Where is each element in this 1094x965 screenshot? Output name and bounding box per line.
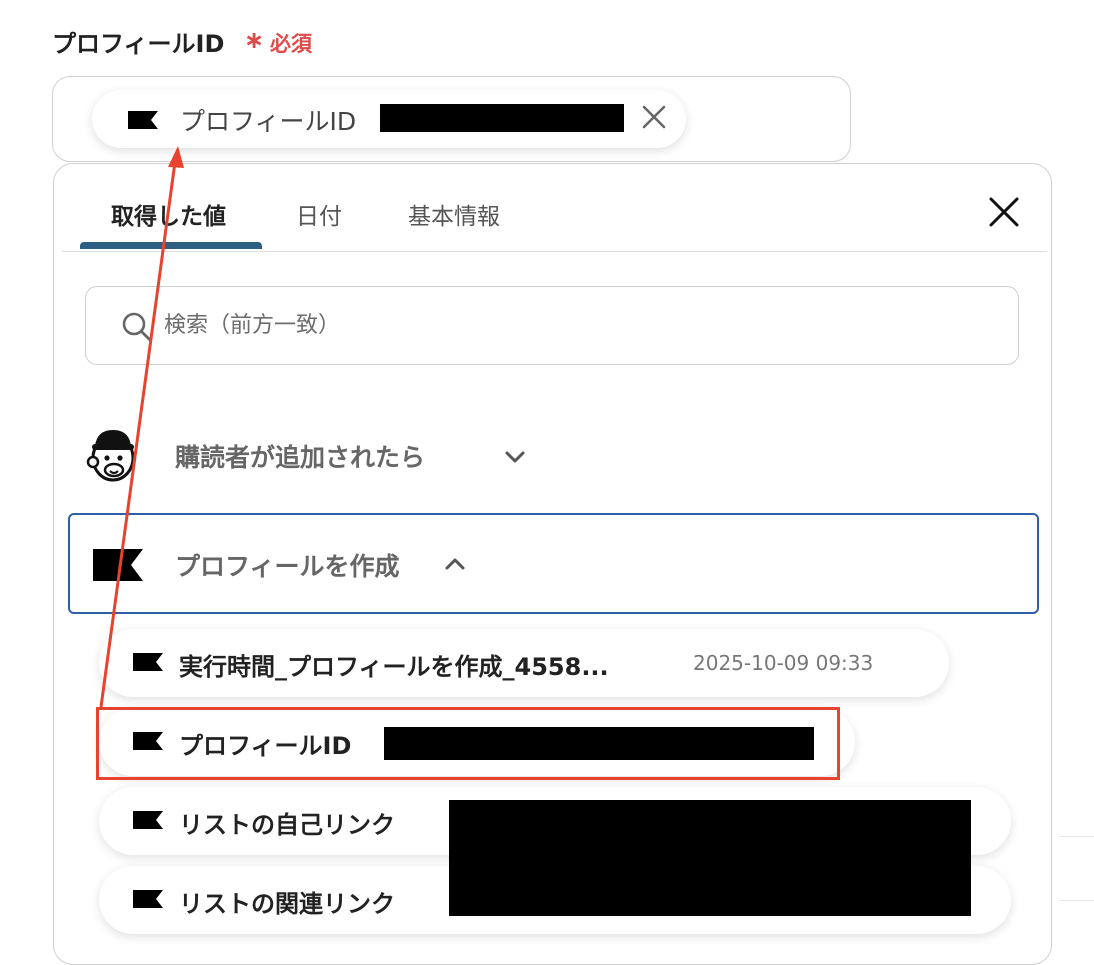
mailchimp-icon: [83, 424, 143, 488]
redacted-block: [449, 800, 971, 916]
tab-acquired-values[interactable]: 取得した値: [111, 197, 226, 231]
active-tab-indicator: [80, 242, 262, 249]
field-label: プロフィールID: [52, 30, 225, 58]
item-label: 実行時間_プロフィールを作成_4558...: [179, 653, 609, 681]
section-title: 購読者が追加されたら: [175, 443, 426, 472]
search-icon: [121, 311, 153, 347]
klaviyo-flag-icon: [133, 890, 163, 912]
selected-value-chip[interactable]: プロフィールID: [92, 90, 686, 148]
search-box[interactable]: [85, 286, 1019, 365]
klaviyo-flag-icon: [128, 111, 158, 133]
divider: [1060, 900, 1094, 901]
section-title: プロフィールを作成: [175, 552, 400, 581]
search-input[interactable]: [162, 301, 766, 349]
section-subscriber-added[interactable]: 購読者が追加されたら: [79, 422, 539, 486]
tab-basic-info[interactable]: 基本情報: [408, 197, 500, 231]
close-icon[interactable]: [988, 196, 1020, 228]
klaviyo-flag-icon: [93, 549, 143, 585]
chevron-down-icon[interactable]: [504, 449, 526, 468]
item-label: リストの関連リンク: [179, 890, 395, 918]
section-create-profile[interactable]: プロフィールを作成: [68, 513, 1039, 614]
redacted-value: [380, 104, 624, 132]
klaviyo-flag-icon: [133, 653, 163, 675]
remove-chip-icon[interactable]: [640, 103, 668, 131]
list-item[interactable]: 実行時間_プロフィールを作成_4558... 2025-10-09 09:33: [99, 629, 949, 697]
divider: [1060, 836, 1094, 837]
required-text: 必須: [270, 32, 312, 56]
annotation-highlight-box: [96, 707, 840, 780]
tab-date[interactable]: 日付: [296, 197, 342, 231]
chip-label: プロフィールID: [180, 107, 357, 136]
klaviyo-flag-icon: [133, 811, 163, 833]
tabs-divider: [62, 251, 1047, 252]
chevron-up-icon[interactable]: [444, 556, 466, 575]
required-asterisk: ∗: [244, 26, 265, 54]
item-value: 2025-10-09 09:33: [693, 651, 874, 675]
item-label: リストの自己リンク: [179, 811, 395, 839]
